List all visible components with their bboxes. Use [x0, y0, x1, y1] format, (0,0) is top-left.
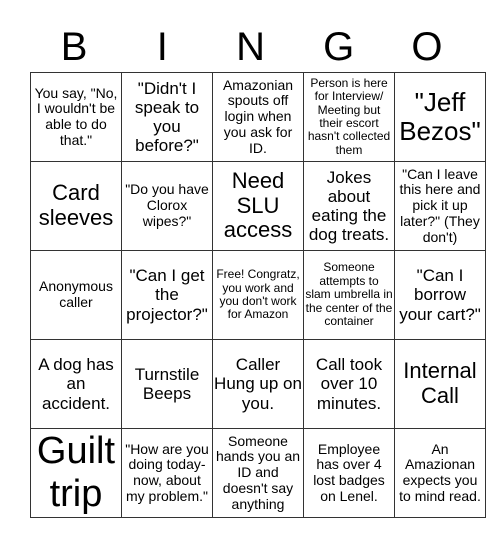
bingo-cell[interactable]: An Amazionan expects you to mind read. — [394, 428, 486, 518]
bingo-cell[interactable]: "Didn't I speak to you before?" — [121, 72, 213, 162]
bingo-grid: You say, "No, I wouldn't be able to do t… — [30, 72, 486, 518]
bingo-cell[interactable]: Someone hands you an ID and doesn't say … — [212, 428, 304, 518]
bingo-cell[interactable]: Amazonian spouts off login when you ask … — [212, 72, 304, 162]
bingo-cell[interactable]: A dog has an accident. — [30, 339, 122, 429]
header-letter-b: B — [60, 25, 88, 69]
bingo-row: Guilt trip "How are you doing today- now,… — [30, 428, 486, 518]
bingo-cell[interactable]: "Can I borrow your cart?" — [394, 250, 486, 340]
bingo-cell[interactable]: Person is here for Interview/ Meeting bu… — [303, 72, 395, 162]
bingo-cell[interactable]: Guilt trip — [30, 428, 122, 518]
bingo-cell[interactable]: Jokes about eating the dog treats. — [303, 161, 395, 251]
bingo-cell[interactable]: You say, "No, I wouldn't be able to do t… — [30, 72, 122, 162]
bingo-row: Card sleeves "Do you have Clorox wipes?" N… — [30, 161, 486, 251]
bingo-cell[interactable]: Anonymous caller — [30, 250, 122, 340]
bingo-cell[interactable]: "Can I get the projector?" — [121, 250, 213, 340]
bingo-cell[interactable]: Employee has over 4 lost badges on Lenel… — [303, 428, 395, 518]
bingo-cell[interactable]: Call took over 10 minutes. — [303, 339, 395, 429]
bingo-header: B I N G O — [30, 22, 471, 72]
bingo-row: You say, "No, I wouldn't be able to do t… — [30, 72, 486, 162]
bingo-row: Anonymous caller "Can I get the projector… — [30, 250, 486, 340]
bingo-cell[interactable]: "Can I leave this here and pick it up la… — [394, 161, 486, 251]
bingo-cell[interactable]: Internal Call — [394, 339, 486, 429]
bingo-cell[interactable]: Someone attempts to slam umbrella in the… — [303, 250, 395, 340]
header-letter-g: G — [323, 25, 355, 69]
header-letter-i: I — [156, 25, 168, 69]
header-letter-o: O — [411, 25, 443, 69]
bingo-cell[interactable]: "Jeff Bezos" — [394, 72, 486, 162]
bingo-cell[interactable]: Turnstile Beeps — [121, 339, 213, 429]
bingo-cell[interactable]: Caller Hung up on you. — [212, 339, 304, 429]
bingo-cell[interactable]: "How are you doing today- now, about my … — [121, 428, 213, 518]
bingo-cell[interactable]: Card sleeves — [30, 161, 122, 251]
bingo-cell[interactable]: Free! Congratz, you work and you don't w… — [212, 250, 304, 340]
bingo-cell[interactable]: "Do you have Clorox wipes?" — [121, 161, 213, 251]
bingo-cell[interactable]: Need SLU access — [212, 161, 304, 251]
bingo-row: A dog has an accident. Turnstile Beeps Cal… — [30, 339, 486, 429]
header-letter-n: N — [236, 25, 265, 69]
